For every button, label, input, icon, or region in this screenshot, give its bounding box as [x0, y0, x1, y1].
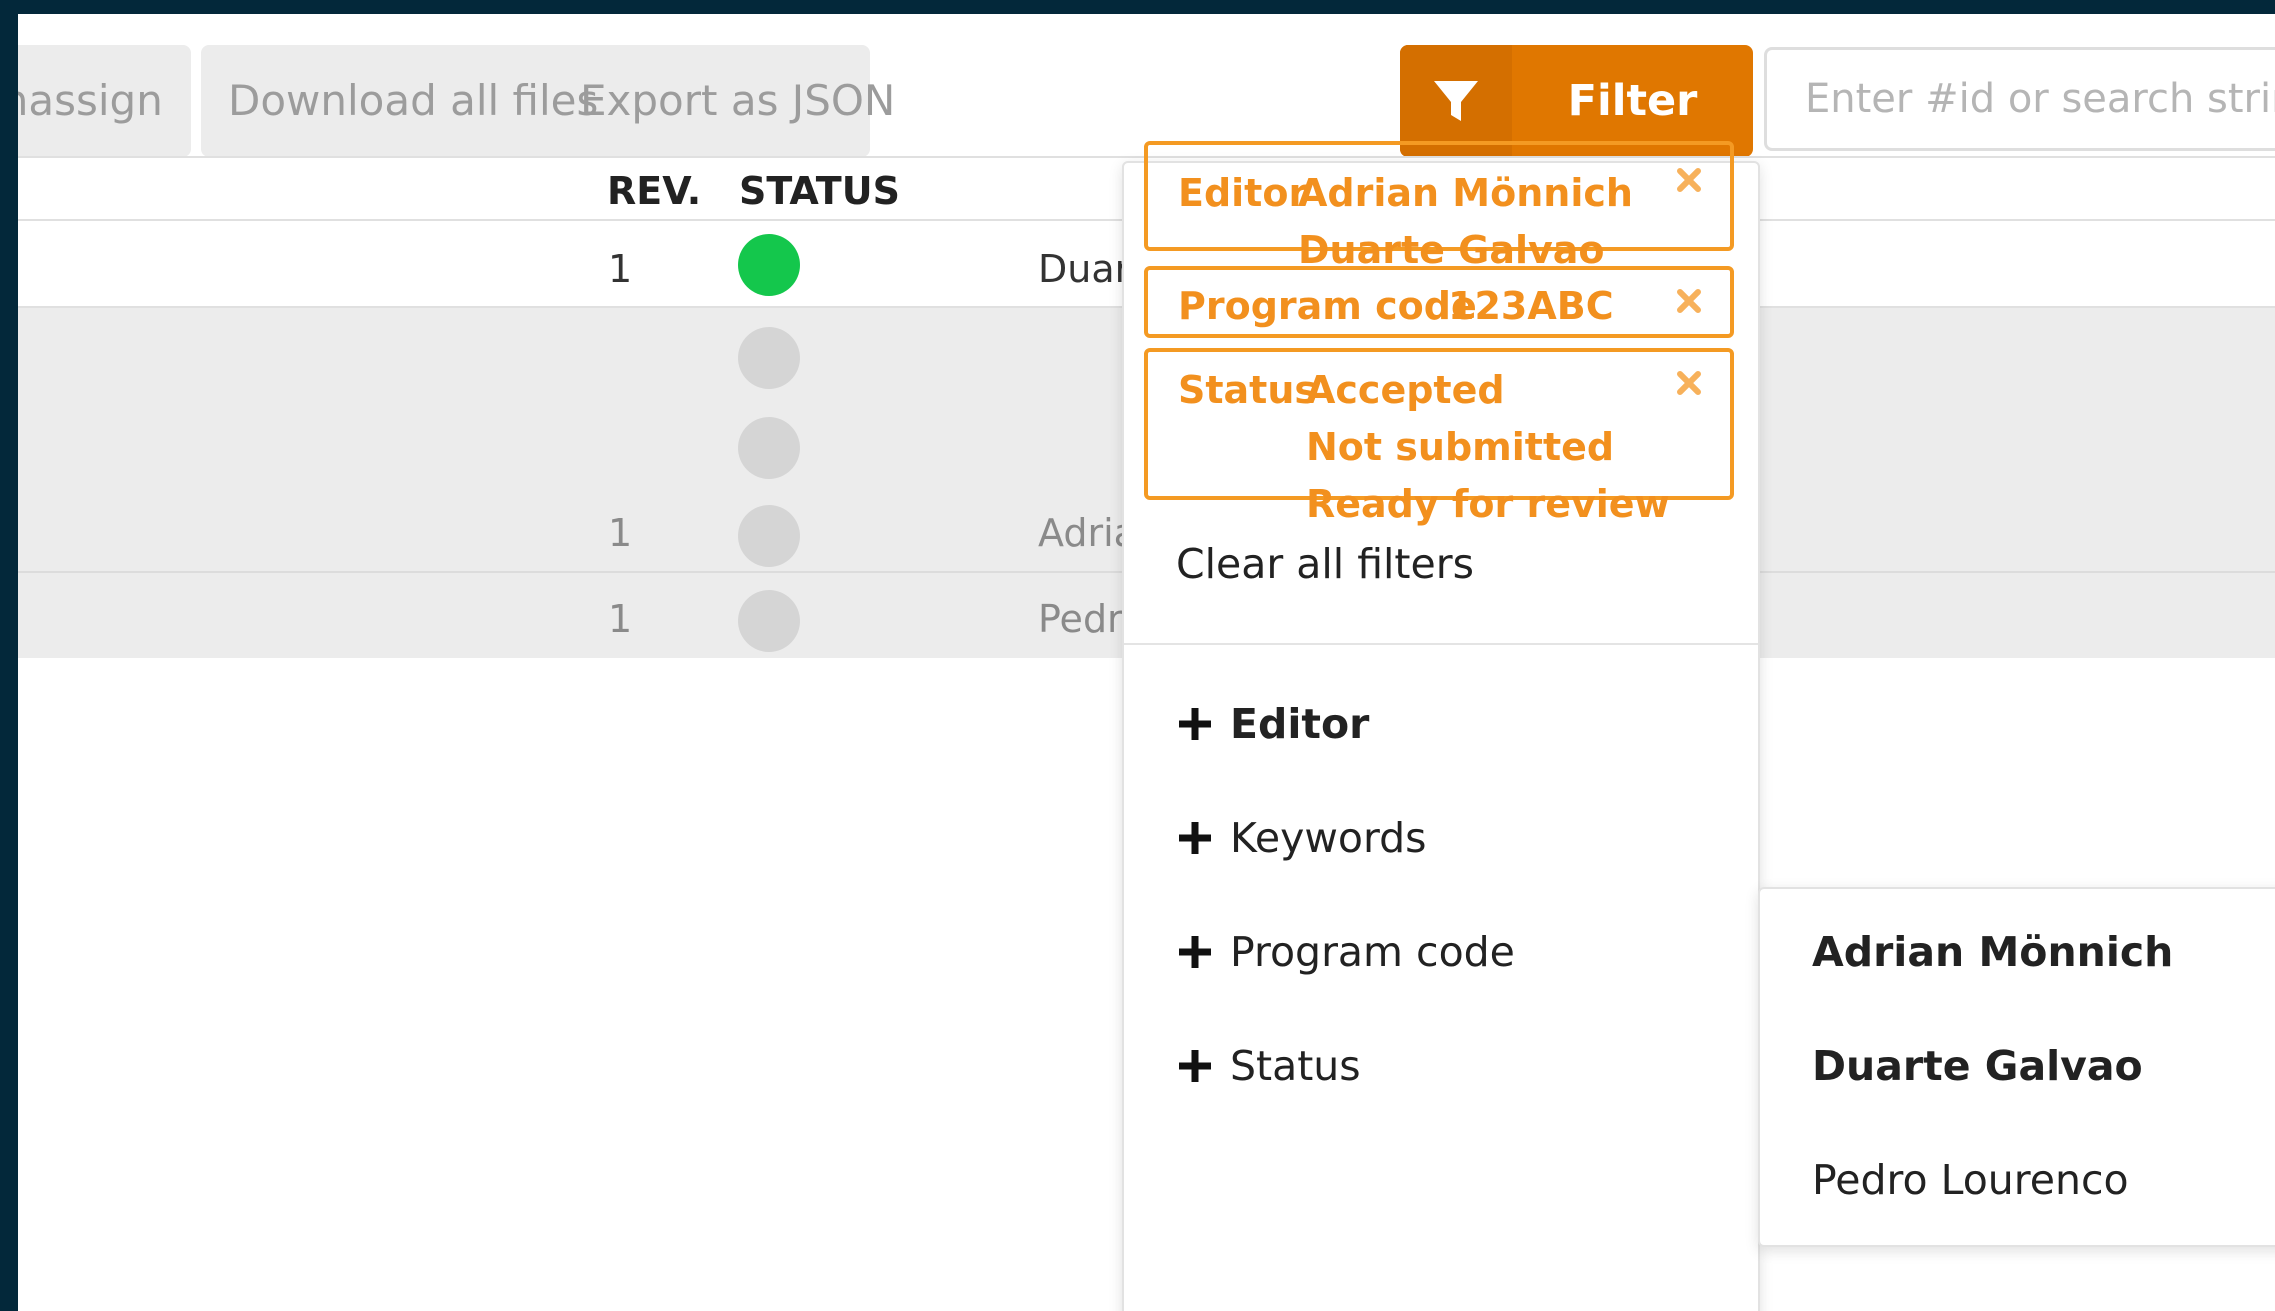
filter-chip-key: Program code	[1178, 284, 1477, 328]
add-filter-label: Editor	[1230, 700, 1370, 748]
plus-icon	[1179, 822, 1211, 854]
app-frame: Unassign Download all files Export as JS…	[18, 14, 2275, 1311]
add-filter-editor[interactable]: Editor	[1176, 691, 1369, 751]
download-all-files-button[interactable]: Download all files	[228, 45, 598, 157]
rev-cell: 1	[608, 511, 633, 555]
search-input[interactable]	[1764, 47, 2275, 151]
active-filter-chip-editor[interactable]: Editor Adrian Mönnich Duarte Galvao	[1144, 141, 1734, 272]
editor-options-submenu: Adrian Mönnich Duarte Galvao Pedro Loure…	[1758, 887, 2275, 1247]
close-icon[interactable]	[1674, 286, 1704, 316]
editor-option[interactable]: Adrian Mönnich	[1812, 928, 2173, 976]
funnel-icon	[1434, 81, 1478, 121]
rev-column-header[interactable]: REV.	[607, 169, 701, 213]
editor-option[interactable]: Pedro Lourenco	[1812, 1156, 2129, 1204]
export-json-button[interactable]: Export as JSON	[580, 45, 895, 157]
add-filter-keywords[interactable]: Keywords	[1176, 805, 1426, 865]
plus-icon	[1179, 708, 1211, 740]
filter-chip-value: Adrian Mönnich	[1298, 171, 1633, 215]
rev-cell: 1	[608, 247, 633, 291]
add-filter-label: Program code	[1230, 928, 1515, 976]
add-filter-status[interactable]: Status	[1176, 1033, 1361, 1093]
plus-icon	[1179, 936, 1211, 968]
add-filter-label: Keywords	[1230, 814, 1427, 862]
active-filter-chip-status[interactable]: Status Accepted Not submitted Ready for …	[1144, 348, 1734, 526]
filter-chip-value: 123ABC	[1448, 284, 1614, 328]
close-icon[interactable]	[1674, 368, 1704, 398]
add-filter-program-code[interactable]: Program code	[1176, 919, 1515, 979]
plus-icon	[1179, 1050, 1211, 1082]
filter-chip-value: Not submitted	[1306, 425, 1615, 469]
filter-chip-key: Status	[1178, 368, 1318, 412]
status-indicator	[738, 505, 800, 567]
rev-cell: 1	[608, 597, 633, 641]
editor-option[interactable]: Duarte Galvao	[1812, 1042, 2143, 1090]
status-indicator	[738, 590, 800, 652]
filter-chip-value: Accepted	[1306, 368, 1505, 412]
unassign-button[interactable]: Unassign	[18, 45, 163, 157]
add-filter-label: Status	[1230, 1042, 1361, 1090]
filter-chip-key: Editor	[1178, 171, 1308, 215]
status-indicator	[738, 417, 800, 479]
filter-chip-values: 123ABC	[1448, 284, 1614, 341]
filter-dropdown-panel: Editor Adrian Mönnich Duarte Galvao Prog…	[1122, 141, 1760, 1311]
status-column-header[interactable]: STATUS	[739, 169, 900, 213]
status-indicator	[738, 327, 800, 389]
active-filter-chip-program-code[interactable]: Program code 123ABC	[1144, 266, 1734, 338]
filter-chip-values: Accepted Not submitted Ready for review	[1306, 368, 1670, 539]
panel-divider	[1124, 643, 1758, 645]
close-icon[interactable]	[1674, 165, 1704, 195]
filter-chip-value: Ready for review	[1306, 482, 1670, 526]
status-indicator	[738, 234, 800, 296]
clear-all-filters-link[interactable]: Clear all filters	[1176, 540, 1474, 588]
